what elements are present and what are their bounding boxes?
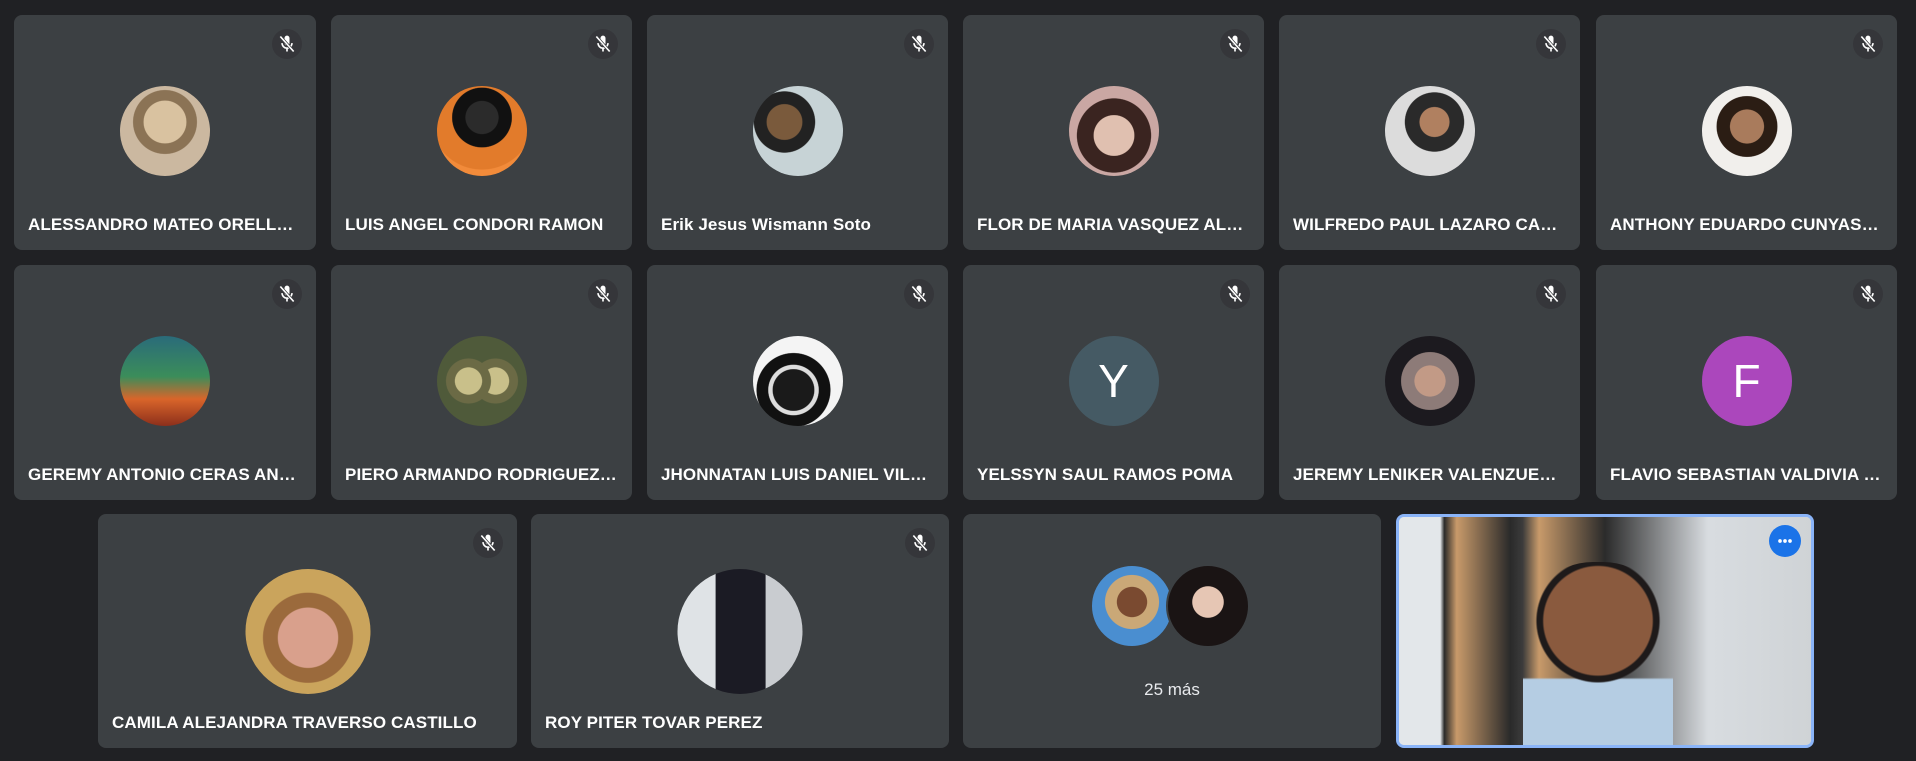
- avatar: [752, 336, 843, 426]
- participant-name: GEREMY ANTONIO CERAS ANTE...: [28, 465, 302, 484]
- participant-name: JHONNATAN LUIS DANIEL VILCA...: [661, 465, 934, 484]
- participant-tile[interactable]: CAMILA ALEJANDRA TRAVERSO CASTILLO: [98, 514, 517, 748]
- mic-off-icon: [588, 29, 618, 59]
- participant-tile[interactable]: JEREMY LENIKER VALENZUELA F...: [1279, 265, 1580, 500]
- mic-off-icon: [904, 279, 934, 309]
- mic-off-icon: [272, 29, 302, 59]
- mic-off-icon: [905, 528, 935, 558]
- avatar: [120, 86, 210, 176]
- participant-name: YELSSYN SAUL RAMOS POMA: [977, 465, 1234, 484]
- participant-name: ANTHONY EDUARDO CUNYAS L...: [1610, 215, 1883, 234]
- more-options-icon[interactable]: [1769, 525, 1801, 557]
- participant-name: WILFREDO PAUL LAZARO CARPIO: [1293, 215, 1566, 234]
- participant-tile[interactable]: Erik Jesus Wismann Soto: [647, 15, 948, 250]
- avatar: [1166, 564, 1250, 648]
- more-participants-tile[interactable]: 25 más: [963, 514, 1381, 748]
- avatar-letter: F: [1701, 336, 1792, 426]
- mic-off-icon: [1853, 29, 1883, 59]
- participant-name: JEREMY LENIKER VALENZUELA F...: [1293, 465, 1566, 484]
- mic-off-icon: [1853, 279, 1883, 309]
- participant-tile[interactable]: ROY PITER TOVAR PEREZ: [531, 514, 949, 748]
- participant-name: CAMILA ALEJANDRA TRAVERSO CASTILLO: [112, 713, 477, 732]
- avatar: [1384, 86, 1475, 176]
- participant-tile[interactable]: GEREMY ANTONIO CERAS ANTE...: [14, 265, 316, 500]
- mic-off-icon: [904, 29, 934, 59]
- more-count: 25 más: [1144, 680, 1200, 699]
- participant-tile[interactable]: ALESSANDRO MATEO ORELLAN...: [14, 15, 316, 250]
- avatar-letter: Y: [1068, 336, 1159, 426]
- avatar: [677, 569, 803, 694]
- mic-off-icon: [588, 279, 618, 309]
- participant-tile[interactable]: ANTHONY EDUARDO CUNYAS L...: [1596, 15, 1897, 250]
- participant-name: ALESSANDRO MATEO ORELLAN...: [28, 215, 302, 234]
- person: [1523, 562, 1673, 745]
- self-video-tile[interactable]: [1396, 514, 1814, 748]
- participant-tile[interactable]: WILFREDO PAUL LAZARO CARPIO: [1279, 15, 1580, 250]
- mic-off-icon: [1536, 29, 1566, 59]
- participant-name: FLAVIO SEBASTIAN VALDIVIA ES...: [1610, 465, 1883, 484]
- avatar: [752, 86, 843, 176]
- participants-grid: ALESSANDRO MATEO ORELLAN... LUIS ANGEL C…: [0, 0, 1916, 761]
- avatar: [245, 569, 370, 694]
- mic-off-icon: [1220, 279, 1250, 309]
- avatar: [1068, 86, 1159, 176]
- participant-tile[interactable]: Y YELSSYN SAUL RAMOS POMA: [963, 265, 1264, 500]
- participant-tile[interactable]: F FLAVIO SEBASTIAN VALDIVIA ES...: [1596, 265, 1897, 500]
- avatar: [1701, 86, 1792, 176]
- avatar: [1090, 564, 1174, 648]
- avatar: [120, 336, 210, 426]
- mic-off-icon: [1220, 29, 1250, 59]
- participant-tile[interactable]: LUIS ANGEL CONDORI RAMON: [331, 15, 632, 250]
- mic-off-icon: [272, 279, 302, 309]
- participant-tile[interactable]: JHONNATAN LUIS DANIEL VILCA...: [647, 265, 948, 500]
- participant-name: ROY PITER TOVAR PEREZ: [545, 713, 763, 732]
- avatar: [1384, 336, 1475, 426]
- participant-name: Erik Jesus Wismann Soto: [661, 215, 871, 234]
- participant-tile[interactable]: PIERO ARMANDO RODRIGUEZ ...: [331, 265, 632, 500]
- more-avatars: [1090, 564, 1254, 648]
- participant-name: LUIS ANGEL CONDORI RAMON: [345, 215, 604, 234]
- mic-off-icon: [473, 528, 503, 558]
- participant-name: PIERO ARMANDO RODRIGUEZ ...: [345, 465, 618, 484]
- avatar: [436, 86, 527, 176]
- avatar: [436, 336, 527, 426]
- participant-tile[interactable]: FLOR DE MARIA VASQUEZ ALFA...: [963, 15, 1264, 250]
- mic-off-icon: [1536, 279, 1566, 309]
- participant-name: FLOR DE MARIA VASQUEZ ALFA...: [977, 215, 1250, 234]
